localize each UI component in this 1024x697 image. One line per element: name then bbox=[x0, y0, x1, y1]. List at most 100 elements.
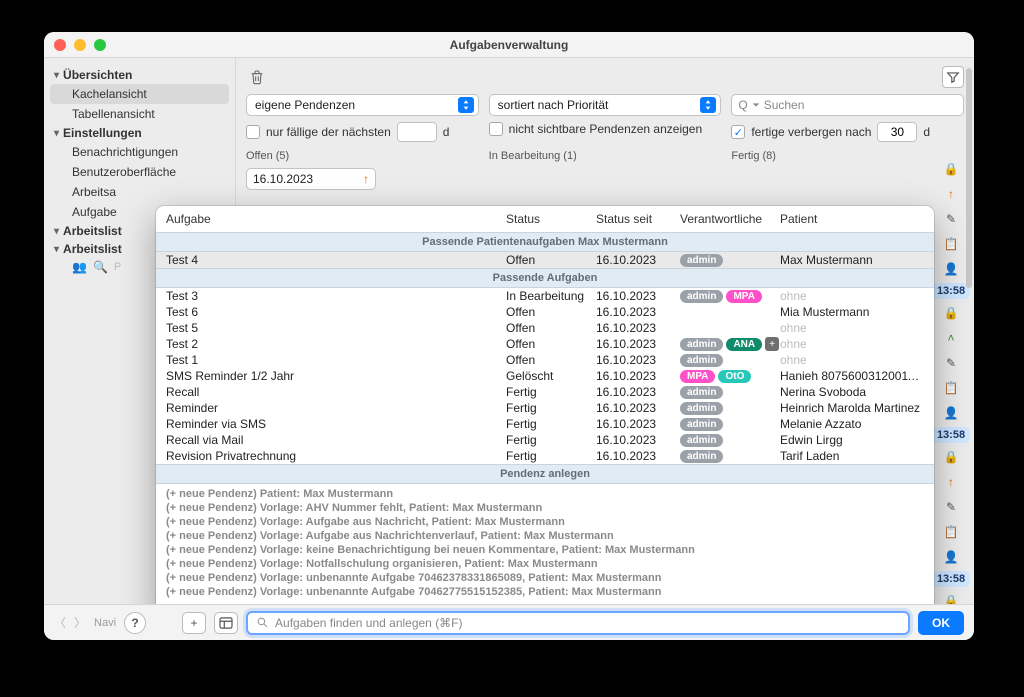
table-row[interactable]: Test 2Offen16.10.2023adminANA+ohne bbox=[156, 336, 934, 352]
new-task-option[interactable]: (+ neue Pendenz) Patient: Max Mustermann bbox=[166, 488, 924, 500]
global-search-input[interactable]: Aufgaben finden und anlegen (⌘F) bbox=[246, 611, 910, 635]
pencil-icon[interactable]: ✎ bbox=[940, 496, 962, 518]
cell-date: 16.10.2023 bbox=[596, 449, 680, 463]
table-row[interactable]: Revision PrivatrechnungFertig16.10.2023a… bbox=[156, 448, 934, 464]
table-row[interactable]: Test 4Offen16.10.2023adminMax Mustermann bbox=[156, 252, 934, 268]
add-button[interactable]: + bbox=[182, 612, 206, 634]
show-hidden-label: nicht sichtbare Pendenzen anzeigen bbox=[509, 122, 702, 136]
new-task-option[interactable]: (+ neue Pendenz) Vorlage: Aufgabe aus Na… bbox=[166, 530, 924, 542]
cell-date: 16.10.2023 bbox=[596, 337, 680, 351]
titlebar: Aufgabenverwaltung bbox=[44, 32, 974, 58]
scrollbar[interactable] bbox=[966, 68, 972, 600]
cell-status: Offen bbox=[506, 253, 596, 267]
clipboard-icon[interactable]: 📋 bbox=[940, 233, 962, 255]
search-icon bbox=[256, 616, 269, 629]
cell-patient: Max Mustermann bbox=[780, 253, 924, 267]
arrow-up-icon[interactable]: ↑ bbox=[940, 471, 962, 493]
search-prefix: Q bbox=[738, 98, 747, 112]
table-row[interactable]: ReminderFertig16.10.2023adminHeinrich Ma… bbox=[156, 400, 934, 416]
table-row[interactable]: Test 3In Bearbeitung16.10.2023adminMPAoh… bbox=[156, 288, 934, 304]
lock-icon[interactable]: 🔒 bbox=[940, 158, 962, 180]
nav-forward[interactable]: 〉 bbox=[74, 614, 86, 631]
help-button[interactable]: ? bbox=[124, 612, 146, 634]
new-task-option[interactable]: (+ neue Pendenz) Vorlage: AHV Nummer feh… bbox=[166, 502, 924, 514]
show-hidden-checkbox[interactable] bbox=[489, 122, 503, 136]
search-input[interactable]: Q Suchen bbox=[731, 94, 964, 116]
table-row[interactable]: Test 6Offen16.10.2023Mia Mustermann bbox=[156, 304, 934, 320]
col-patient: Patient bbox=[780, 212, 924, 226]
new-task-option[interactable]: (+ neue Pendenz) Vorlage: keine Benachri… bbox=[166, 544, 924, 556]
sidebar-item[interactable]: Arbeitsa bbox=[44, 182, 235, 202]
sidebar-item[interactable]: Tabellenansicht bbox=[44, 104, 235, 124]
table-row[interactable]: Test 1Offen16.10.2023adminohne bbox=[156, 352, 934, 368]
sidebar-item[interactable]: Kachelansicht bbox=[50, 84, 229, 104]
tag-admin: admin bbox=[680, 290, 723, 303]
cell-tags: admin bbox=[680, 354, 780, 367]
sidebar-group[interactable]: ▾Einstellungen bbox=[44, 124, 235, 142]
cell-status: Gelöscht bbox=[506, 369, 596, 383]
person-icon[interactable]: 👤 bbox=[940, 258, 962, 280]
cell-status: In Bearbeitung bbox=[506, 289, 596, 303]
only-due-checkbox[interactable] bbox=[246, 125, 260, 139]
close-window[interactable] bbox=[54, 39, 66, 51]
group-create-task: Pendenz anlegen bbox=[156, 464, 934, 484]
pencil-icon[interactable]: ✎ bbox=[940, 208, 962, 230]
scope-select[interactable]: eigene Pendenzen bbox=[246, 94, 479, 116]
minimize-window[interactable] bbox=[74, 39, 86, 51]
users-icon[interactable]: 👥 bbox=[72, 260, 87, 274]
hide-done-days-input[interactable] bbox=[877, 122, 917, 142]
more-tags-icon[interactable]: + bbox=[765, 337, 779, 351]
table-row[interactable]: Test 5Offen16.10.2023ohne bbox=[156, 320, 934, 336]
arrow-up-icon: ↑ bbox=[363, 172, 369, 186]
tag-admin: admin bbox=[680, 450, 723, 463]
col-inprog-header: In Bearbeitung (1) bbox=[489, 150, 722, 162]
open-date-cell[interactable]: 16.10.2023 ↑ bbox=[246, 168, 376, 190]
search-icon[interactable]: 🔍 bbox=[93, 260, 108, 274]
search-placeholder: Suchen bbox=[764, 98, 805, 112]
sort-select[interactable]: sortiert nach Priorität bbox=[489, 94, 722, 116]
nav-back[interactable]: 〈 bbox=[54, 614, 66, 631]
cell-tags: MPAOtO bbox=[680, 370, 780, 383]
new-task-option[interactable]: (+ neue Pendenz) Vorlage: unbenannte Auf… bbox=[166, 586, 924, 598]
hide-done-label: fertige verbergen nach bbox=[751, 125, 871, 139]
cell-patient: Melanie Azzato bbox=[780, 417, 924, 431]
hide-done-checkbox[interactable] bbox=[731, 125, 745, 139]
table-row[interactable]: SMS Reminder 1/2 JahrGelöscht16.10.2023M… bbox=[156, 368, 934, 384]
tag-admin: admin bbox=[680, 434, 723, 447]
table-row[interactable]: Reminder via SMSFertig16.10.2023adminMel… bbox=[156, 416, 934, 432]
person-icon[interactable]: 👤 bbox=[940, 402, 962, 424]
new-task-option[interactable]: (+ neue Pendenz) Vorlage: Notfallschulun… bbox=[166, 558, 924, 570]
sidebar-item[interactable]: Benachrichtigungen bbox=[44, 142, 235, 162]
tag-admin: admin bbox=[680, 418, 723, 431]
cell-task: SMS Reminder 1/2 Jahr bbox=[166, 369, 506, 383]
cell-task: Test 1 bbox=[166, 353, 506, 367]
table-row[interactable]: RecallFertig16.10.2023adminNerina Svobod… bbox=[156, 384, 934, 400]
time-chip: 13:58 bbox=[932, 571, 970, 587]
person-icon[interactable]: 👤 bbox=[940, 546, 962, 568]
new-task-option[interactable]: (+ neue Pendenz) Vorlage: Aufgabe aus Na… bbox=[166, 516, 924, 528]
ok-button[interactable]: OK bbox=[918, 611, 964, 635]
filter-button[interactable] bbox=[942, 66, 964, 88]
chevron-up-icon[interactable]: ˄ bbox=[940, 327, 962, 349]
new-task-option[interactable]: (+ neue Pendenz) Vorlage: unbenannte Auf… bbox=[166, 572, 924, 584]
lock-icon[interactable]: 🔒 bbox=[940, 446, 962, 468]
nav-hint: Navi bbox=[94, 617, 116, 629]
lock-icon[interactable]: 🔒 bbox=[940, 302, 962, 324]
clipboard-icon[interactable]: 📋 bbox=[940, 377, 962, 399]
pencil-icon[interactable]: ✎ bbox=[940, 352, 962, 374]
cell-task: Test 3 bbox=[166, 289, 506, 303]
only-due-days-input[interactable] bbox=[397, 122, 437, 142]
table-row[interactable]: Recall via MailFertig16.10.2023adminEdwi… bbox=[156, 432, 934, 448]
cell-task: Test 5 bbox=[166, 321, 506, 335]
arrow-up-icon[interactable]: ↑ bbox=[940, 183, 962, 205]
list-button[interactable] bbox=[214, 612, 238, 634]
tag-admin: admin bbox=[680, 254, 723, 267]
trash-button[interactable] bbox=[246, 66, 268, 88]
zoom-window[interactable] bbox=[94, 39, 106, 51]
clipboard-icon[interactable]: 📋 bbox=[940, 521, 962, 543]
global-search-placeholder: Aufgaben finden und anlegen (⌘F) bbox=[275, 616, 462, 630]
cell-date: 16.10.2023 bbox=[596, 369, 680, 383]
sidebar-item[interactable]: Benutzeroberfläche bbox=[44, 162, 235, 182]
sidebar-group[interactable]: ▾Übersichten bbox=[44, 66, 235, 84]
traffic-lights bbox=[54, 39, 106, 51]
